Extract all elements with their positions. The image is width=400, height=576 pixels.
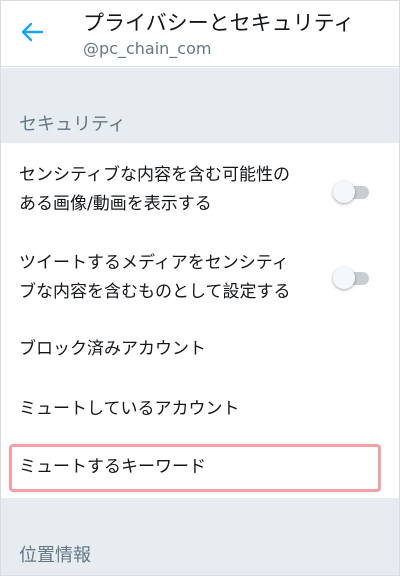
toggle-show-sensitive-media[interactable] (333, 181, 371, 203)
setting-label: センシティブな内容を含む可能性の ある画像/動画を表示する (19, 165, 290, 214)
setting-row-mark-media-sensitive[interactable]: ツイートするメディアをセンシティ ブな内容を含むものとして設定する (1, 231, 399, 321)
setting-row-muted-accounts[interactable]: ミュートしているアカウント (1, 381, 399, 441)
arrow-left-icon (21, 22, 43, 42)
toggle-mark-media-sensitive[interactable] (333, 267, 371, 289)
setting-row-muted-keywords[interactable]: ミュートするキーワード (1, 441, 399, 497)
setting-label: ミュートするキーワード (19, 457, 206, 477)
setting-label: ブロック済みアカウント (19, 339, 206, 359)
account-username: @pc_chain_com (83, 39, 212, 58)
settings-screen: プライバシーとセキュリティ @pc_chain_com セキュリティ センシティ… (0, 0, 400, 576)
setting-label: ミュートしているアカウント (19, 399, 240, 419)
setting-row-blocked-accounts[interactable]: ブロック済みアカウント (1, 321, 399, 381)
back-button[interactable] (15, 15, 49, 49)
section-header-location: 位置情報 (19, 545, 91, 566)
section-header-security: セキュリティ (1, 103, 399, 143)
app-header: プライバシーとセキュリティ @pc_chain_com (1, 1, 399, 67)
setting-label: ツイートするメディアをセンシティ ブな内容を含むものとして設定する (19, 253, 291, 302)
page-title: プライバシーとセキュリティ (83, 11, 355, 35)
setting-row-show-sensitive-media[interactable]: センシティブな内容を含む可能性の ある画像/動画を表示する (1, 143, 399, 231)
section-spacer (1, 68, 399, 106)
